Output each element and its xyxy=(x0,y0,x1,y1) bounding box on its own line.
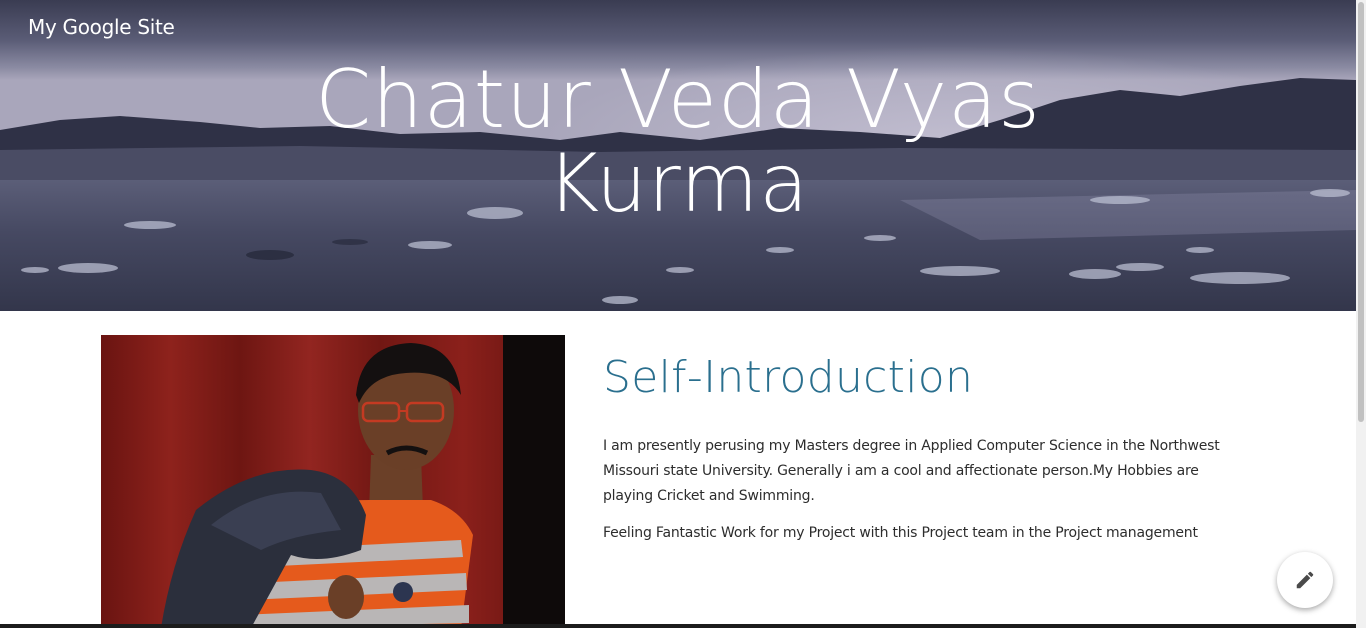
scrollbar-thumb[interactable] xyxy=(1358,2,1364,422)
profile-photo xyxy=(101,335,565,628)
section-heading: Self-Introduction xyxy=(603,352,974,403)
bottom-edge xyxy=(0,624,1356,628)
site-name[interactable]: My Google Site xyxy=(28,15,175,39)
scrollbar[interactable] xyxy=(1356,0,1366,628)
page-title-line-2: Kurma xyxy=(546,137,810,230)
edit-button[interactable] xyxy=(1277,552,1333,608)
intro-paragraph: I am presently perusing my Masters degre… xyxy=(603,438,1220,504)
page-title-line-1: Chatur Veda Vyas xyxy=(315,53,1041,146)
header-banner: My Google Site Chatur Veda Vyas Kurma xyxy=(0,0,1356,311)
page-title: Chatur Veda Vyas Kurma xyxy=(0,58,1356,226)
pencil-icon xyxy=(1296,571,1314,589)
portrait-illustration xyxy=(101,335,565,628)
project-paragraph: Feeling Fantastic Work for my Project wi… xyxy=(603,525,1198,541)
self-introduction-section: Self-Introduction I am presently perusin… xyxy=(603,350,1243,546)
